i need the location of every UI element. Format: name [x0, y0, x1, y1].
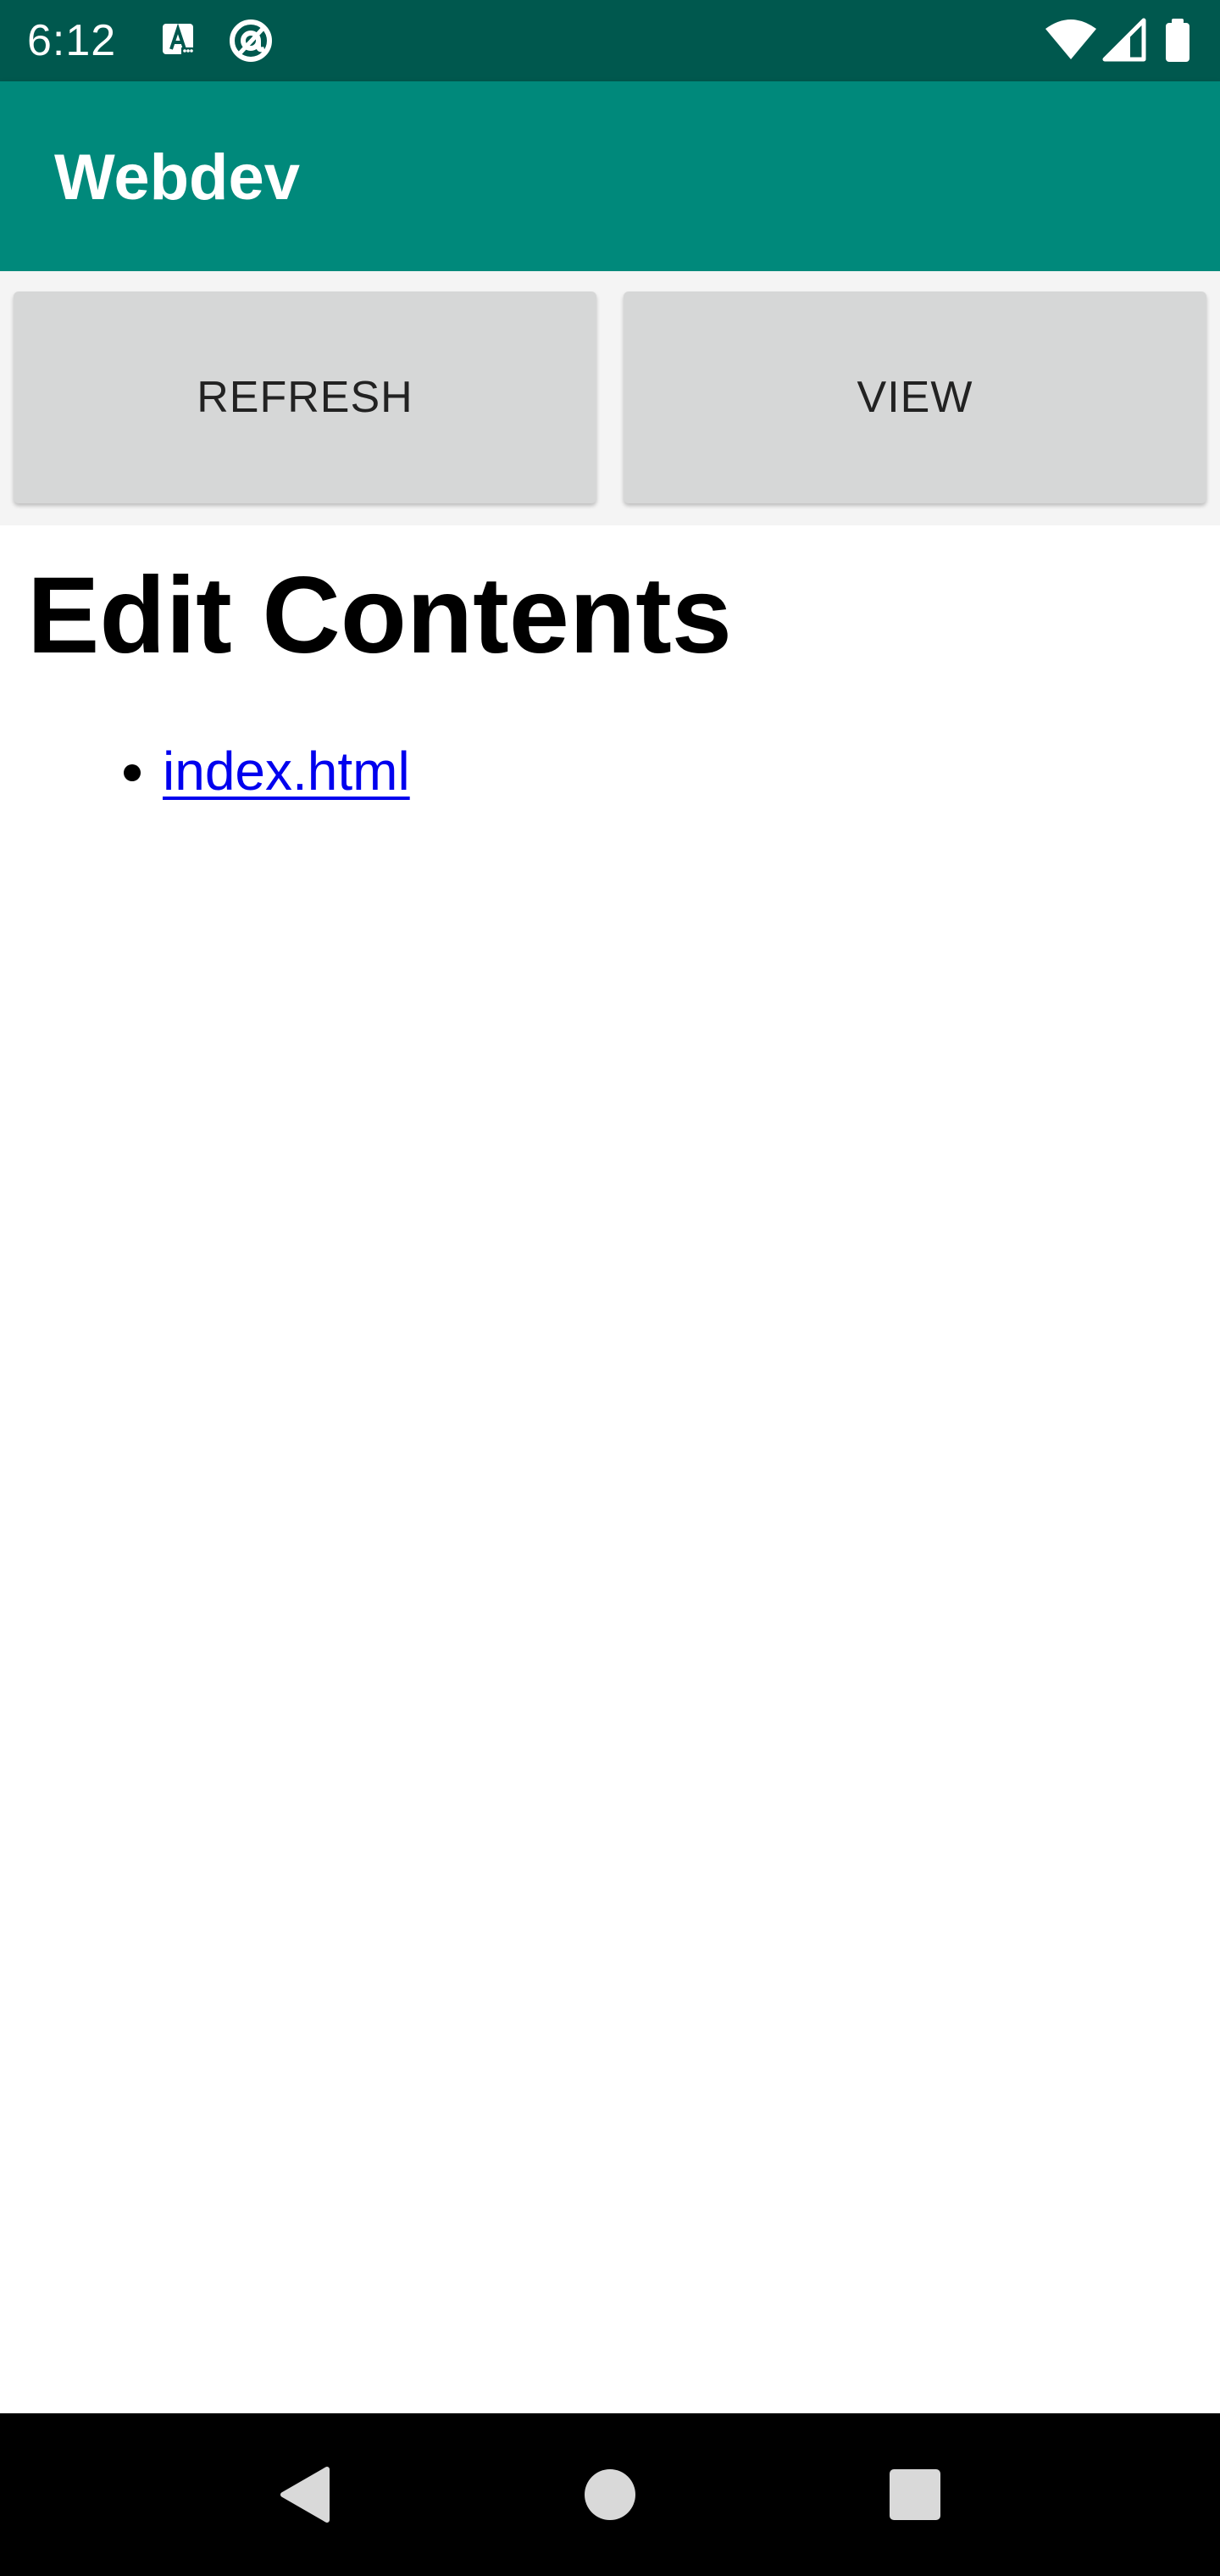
app-title: Webdev: [54, 142, 301, 214]
status-bar: 6:12: [0, 0, 1220, 81]
cellular-signal-icon: [1102, 18, 1146, 62]
file-link-index-html[interactable]: index.html: [163, 741, 410, 802]
at-sign-icon: [230, 19, 272, 62]
page-heading: Edit Contents: [27, 555, 732, 676]
back-icon[interactable]: [258, 2447, 352, 2542]
battery-icon: [1166, 19, 1190, 62]
button-toolbar: REFRESH VIEW: [0, 271, 1220, 525]
view-button[interactable]: VIEW: [624, 291, 1206, 503]
bullet-icon: [124, 764, 141, 781]
recents-icon[interactable]: [868, 2447, 962, 2542]
keyboard-a-icon: [163, 23, 193, 54]
webview-content: Edit Contents index.html: [0, 525, 1220, 2413]
home-icon[interactable]: [563, 2447, 657, 2542]
list-item: index.html: [0, 737, 410, 805]
refresh-button[interactable]: REFRESH: [14, 291, 596, 503]
app-bar: Webdev: [0, 81, 1220, 271]
wifi-icon: [1045, 19, 1096, 59]
navigation-bar: [0, 2413, 1220, 2576]
file-list: index.html: [0, 737, 410, 805]
status-time: 6:12: [27, 16, 117, 65]
